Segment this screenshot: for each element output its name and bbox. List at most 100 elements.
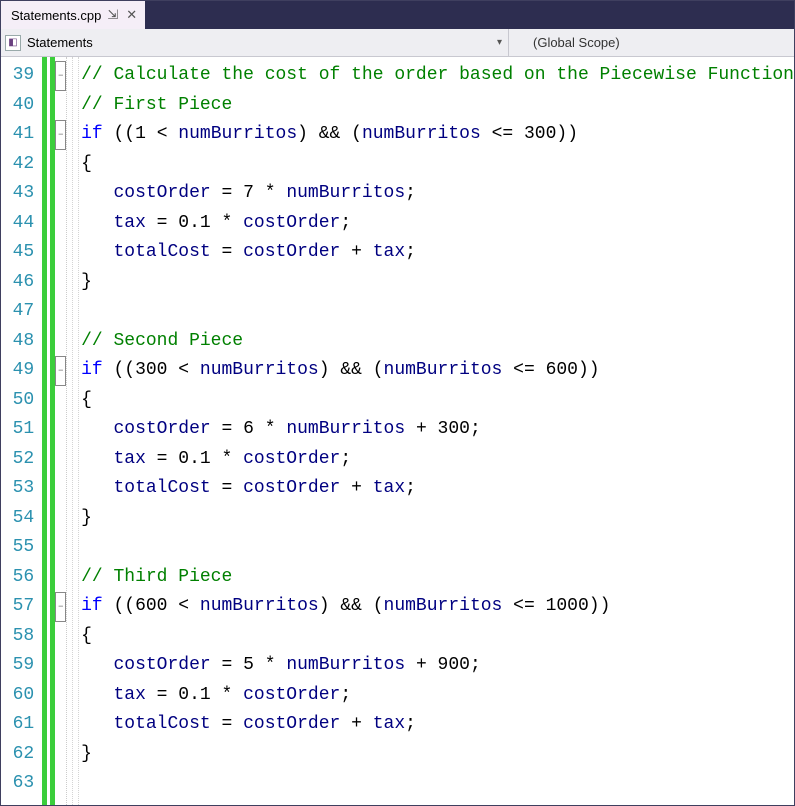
token-op: = bbox=[146, 449, 178, 469]
code-line[interactable]: tax = 0.1 * costOrder; bbox=[81, 209, 794, 239]
fold-toggle-icon[interactable]: − bbox=[55, 120, 66, 150]
token-n: 600 bbox=[546, 360, 578, 380]
code-line[interactable]: } bbox=[81, 504, 794, 534]
code-line[interactable]: // First Piece bbox=[81, 91, 794, 121]
token-id: tax bbox=[373, 478, 405, 498]
token-op: = bbox=[146, 685, 178, 705]
token-op: ; bbox=[340, 685, 351, 705]
token-op: + bbox=[405, 419, 437, 439]
token-id: tax bbox=[113, 685, 145, 705]
tab-filename: Statements.cpp bbox=[11, 8, 101, 23]
token-op: )) bbox=[556, 124, 578, 144]
token-id: numBurritos bbox=[178, 124, 297, 144]
class-icon: ◧ bbox=[5, 35, 21, 51]
token-id: tax bbox=[113, 213, 145, 233]
code-line[interactable]: // Calculate the cost of the order based… bbox=[81, 61, 794, 91]
tab-bar: Statements.cpp ⇲ ✕ bbox=[1, 1, 794, 29]
code-line[interactable]: { bbox=[81, 150, 794, 180]
scope-label: (Global Scope) bbox=[533, 35, 620, 50]
close-icon[interactable]: ✕ bbox=[124, 7, 139, 23]
token-id: numBurritos bbox=[286, 655, 405, 675]
token-op: (( bbox=[103, 360, 135, 380]
fold-toggle-icon[interactable]: − bbox=[55, 61, 66, 91]
token-op: ; bbox=[405, 478, 416, 498]
fold-toggle-icon[interactable]: − bbox=[55, 356, 66, 386]
code-line[interactable] bbox=[81, 769, 794, 799]
token-op: + bbox=[340, 478, 372, 498]
token-op: * bbox=[254, 419, 286, 439]
token-op: { bbox=[81, 626, 92, 646]
code-line[interactable]: costOrder = 5 * numBurritos + 900; bbox=[81, 651, 794, 681]
change-indicator bbox=[42, 57, 55, 805]
fold-cell: − bbox=[55, 592, 66, 622]
token-n: 5 bbox=[243, 655, 254, 675]
fold-toggle-icon[interactable]: − bbox=[55, 592, 66, 622]
line-number: 61 bbox=[1, 710, 42, 740]
token-id: costOrder bbox=[243, 685, 340, 705]
code-line[interactable]: tax = 0.1 * costOrder; bbox=[81, 681, 794, 711]
code-line[interactable]: totalCost = costOrder + tax; bbox=[81, 474, 794, 504]
token-n: 300 bbox=[135, 360, 167, 380]
token-id: numBurritos bbox=[384, 596, 503, 616]
token-n: 7 bbox=[243, 183, 254, 203]
code-line[interactable] bbox=[81, 297, 794, 327]
token-id: costOrder bbox=[243, 478, 340, 498]
code-line[interactable]: totalCost = costOrder + tax; bbox=[81, 710, 794, 740]
class-dropdown[interactable]: ◧ Statements ▾ bbox=[1, 29, 509, 56]
token-op: )) bbox=[578, 360, 600, 380]
token-id: costOrder bbox=[243, 449, 340, 469]
token-id: tax bbox=[113, 449, 145, 469]
line-number-gutter: 3940414243444546474849505152535455565758… bbox=[1, 57, 42, 805]
code-line[interactable]: } bbox=[81, 740, 794, 770]
token-op: = bbox=[211, 419, 243, 439]
token-op: ; bbox=[470, 655, 481, 675]
token-id: totalCost bbox=[113, 242, 210, 262]
fold-cell bbox=[55, 740, 66, 770]
token-op bbox=[81, 478, 113, 498]
token-op: <= bbox=[502, 360, 545, 380]
token-c: // Third Piece bbox=[81, 567, 232, 587]
file-tab[interactable]: Statements.cpp ⇲ ✕ bbox=[1, 1, 145, 29]
code-line[interactable]: costOrder = 6 * numBurritos + 300; bbox=[81, 415, 794, 445]
code-line[interactable]: if ((1 < numBurritos) && (numBurritos <=… bbox=[81, 120, 794, 150]
code-line[interactable]: // Second Piece bbox=[81, 327, 794, 357]
chevron-down-icon: ▾ bbox=[497, 37, 502, 48]
line-number: 53 bbox=[1, 474, 42, 504]
token-op bbox=[81, 419, 113, 439]
token-op: = bbox=[211, 183, 243, 203]
token-op: * bbox=[254, 655, 286, 675]
code-line[interactable] bbox=[81, 533, 794, 563]
code-line[interactable]: // Third Piece bbox=[81, 563, 794, 593]
scope-dropdown[interactable]: (Global Scope) bbox=[509, 35, 794, 50]
token-id: costOrder bbox=[113, 419, 210, 439]
code-line[interactable]: costOrder = 7 * numBurritos; bbox=[81, 179, 794, 209]
code-line[interactable]: { bbox=[81, 622, 794, 652]
code-line[interactable]: } bbox=[81, 268, 794, 298]
line-number: 51 bbox=[1, 415, 42, 445]
fold-cell bbox=[55, 415, 66, 445]
fold-cell: − bbox=[55, 356, 66, 386]
token-id: tax bbox=[373, 714, 405, 734]
token-op bbox=[81, 449, 113, 469]
token-id: numBurritos bbox=[200, 360, 319, 380]
code-line[interactable]: if ((600 < numBurritos) && (numBurritos … bbox=[81, 592, 794, 622]
token-n: 600 bbox=[135, 596, 167, 616]
pin-icon[interactable]: ⇲ bbox=[107, 7, 118, 23]
code-line[interactable]: if ((300 < numBurritos) && (numBurritos … bbox=[81, 356, 794, 386]
fold-cell bbox=[55, 504, 66, 534]
code-line[interactable]: { bbox=[81, 386, 794, 416]
line-number: 41 bbox=[1, 120, 42, 150]
code-area[interactable]: // Calculate the cost of the order based… bbox=[79, 57, 794, 805]
line-number: 50 bbox=[1, 386, 42, 416]
code-line[interactable]: tax = 0.1 * costOrder; bbox=[81, 445, 794, 475]
fold-cell bbox=[55, 533, 66, 563]
token-op: + bbox=[340, 714, 372, 734]
line-number: 52 bbox=[1, 445, 42, 475]
token-op bbox=[81, 183, 113, 203]
line-number: 40 bbox=[1, 91, 42, 121]
code-editor[interactable]: 3940414243444546474849505152535455565758… bbox=[1, 57, 794, 805]
token-k: if bbox=[81, 360, 103, 380]
fold-cell bbox=[55, 238, 66, 268]
code-line[interactable]: totalCost = costOrder + tax; bbox=[81, 238, 794, 268]
line-number: 47 bbox=[1, 297, 42, 327]
